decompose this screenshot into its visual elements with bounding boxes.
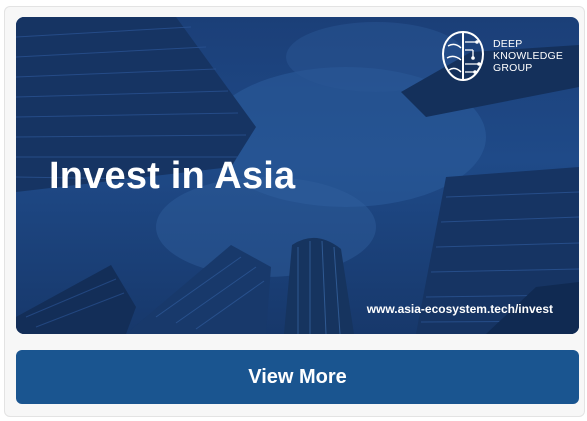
banner-headline: Invest in Asia [49, 155, 296, 197]
promo-banner[interactable]: DEEP KNOWLEDGE GROUP Invest in Asia www.… [16, 17, 579, 334]
brain-circuit-icon [441, 30, 485, 82]
logo-line-1: DEEP [493, 38, 523, 50]
logo-wordmark: DEEP KNOWLEDGE GROUP [493, 38, 563, 74]
logo-line-2: KNOWLEDGE [493, 50, 564, 62]
logo-line-3: GROUP [493, 62, 533, 74]
view-more-button[interactable]: View More [16, 350, 579, 404]
banner-url: www.asia-ecosystem.tech/invest [366, 302, 553, 316]
deep-knowledge-group-logo: DEEP KNOWLEDGE GROUP [439, 27, 569, 85]
